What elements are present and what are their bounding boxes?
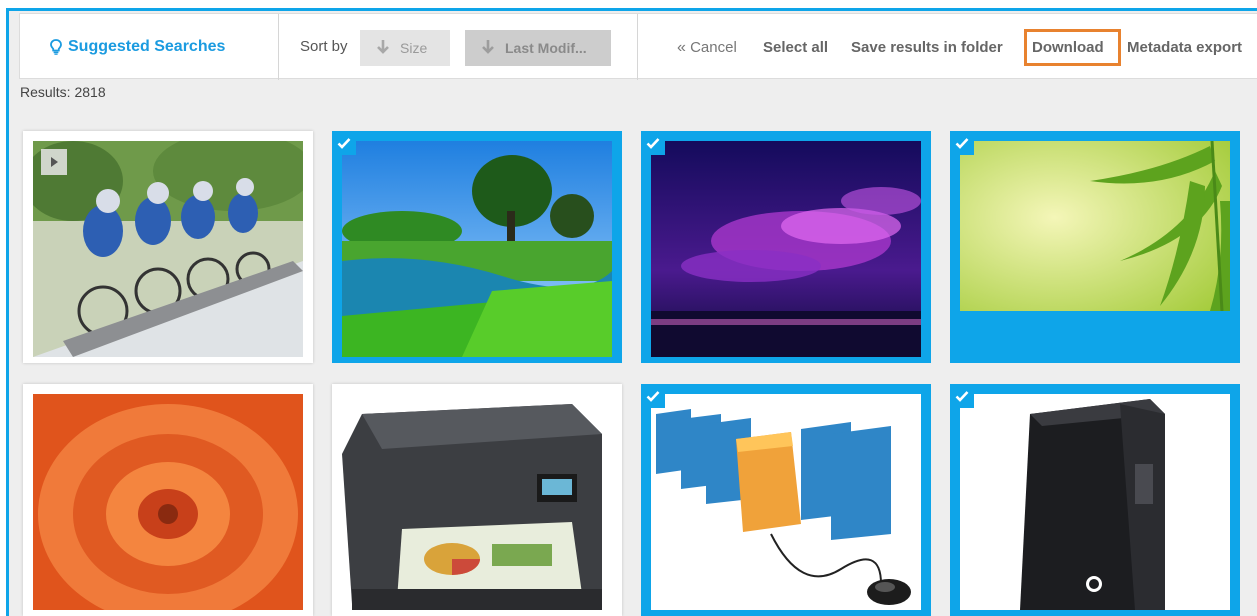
thumbnail-green-landscape	[342, 141, 612, 357]
checkmark-icon[interactable]	[332, 131, 356, 155]
metadata-export-button[interactable]: Metadata export	[1127, 36, 1242, 60]
sort-by-label: Sort by	[300, 38, 348, 55]
suggested-searches-link[interactable]: Suggested Searches	[50, 36, 225, 58]
checkmark-icon[interactable]	[641, 131, 665, 155]
result-tile-selected[interactable]	[950, 131, 1240, 363]
result-tile[interactable]	[332, 384, 622, 616]
download-button[interactable]: Download	[1032, 36, 1104, 60]
thumbnail-pc-tower	[960, 394, 1230, 610]
cancel-label: Cancel	[690, 39, 737, 56]
thumbnail-orange-flower	[33, 394, 303, 610]
checkmark-icon[interactable]	[950, 131, 974, 155]
sort-size-button[interactable]: Size	[360, 30, 450, 66]
play-icon[interactable]	[41, 149, 67, 175]
toolbar-divider	[278, 14, 279, 80]
thumbnail-bmx-riders	[33, 141, 303, 357]
sort-last-modified-label: Last Modif...	[505, 40, 587, 56]
save-results-in-folder-button[interactable]: Save results in folder	[851, 36, 1003, 60]
arrow-down-icon	[481, 39, 495, 58]
lightbulb-icon	[50, 39, 62, 55]
checkmark-icon[interactable]	[950, 384, 974, 408]
select-all-button[interactable]: Select all	[763, 36, 828, 60]
thumbnail-printer	[342, 394, 612, 610]
result-tile-selected[interactable]	[332, 131, 622, 363]
toolbar-divider	[637, 14, 638, 80]
arrow-down-icon	[376, 39, 390, 58]
thumbnail-green-leaves	[960, 141, 1230, 311]
sort-last-modified-button[interactable]: Last Modif...	[465, 30, 611, 66]
thumbnail-folders-mouse	[651, 394, 921, 610]
result-tile-selected[interactable]	[641, 131, 931, 363]
sort-size-label: Size	[400, 40, 428, 56]
results-count: Results: 2818	[20, 84, 106, 100]
result-tile-selected[interactable]	[950, 384, 1240, 616]
result-tile[interactable]	[23, 131, 313, 363]
suggested-searches-label: Suggested Searches	[68, 38, 226, 55]
result-tile-selected[interactable]	[641, 384, 931, 616]
app-frame: Suggested Searches Sort by Size Last Mod…	[6, 8, 1257, 616]
toolbar: Suggested Searches Sort by Size Last Mod…	[19, 13, 1257, 80]
cancel-button[interactable]: « Cancel	[677, 36, 737, 60]
thumbnail-purple-sky	[651, 141, 921, 357]
result-tile[interactable]	[23, 384, 313, 616]
double-chevron-left-icon: «	[677, 39, 686, 56]
checkmark-icon[interactable]	[641, 384, 665, 408]
